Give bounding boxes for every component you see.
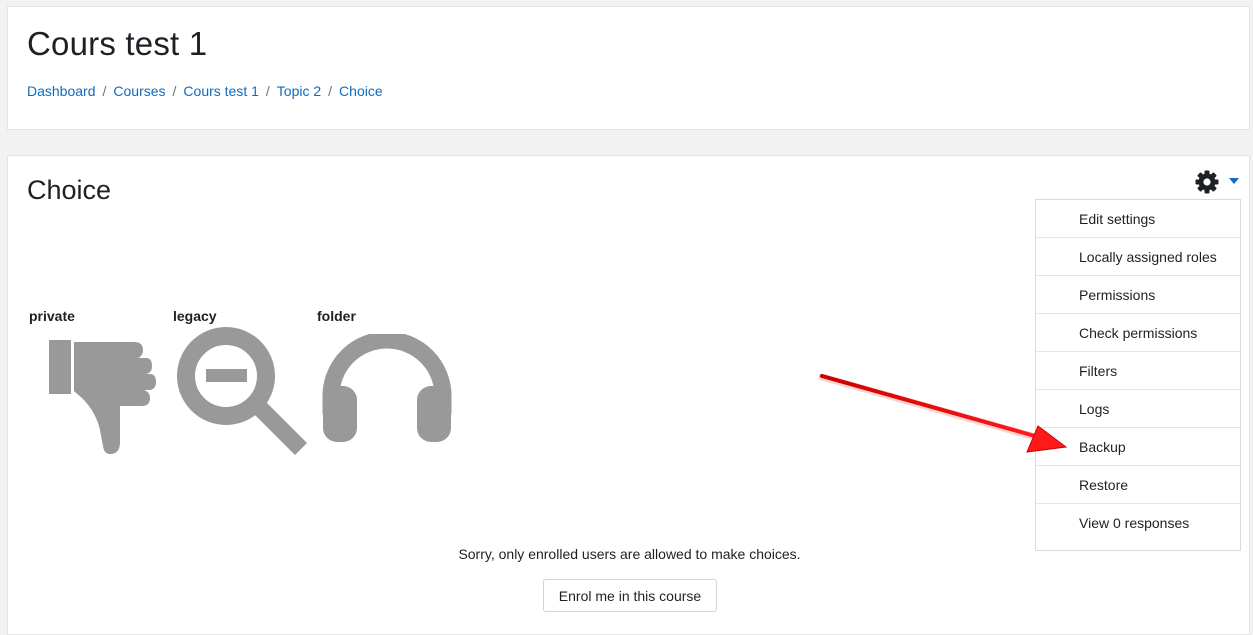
breadcrumb-topic[interactable]: Topic 2 (277, 83, 321, 99)
breadcrumb-separator: / (102, 83, 107, 99)
zoom-out-icon (177, 327, 307, 455)
menu-item-logs[interactable]: Logs (1036, 390, 1240, 428)
menu-item-restore[interactable]: Restore (1036, 466, 1240, 504)
enrol-button[interactable]: Enrol me in this course (543, 579, 717, 612)
menu-item-check-permissions[interactable]: Check permissions (1036, 314, 1240, 352)
settings-dropdown-menu: Edit settings Locally assigned roles Per… (1035, 199, 1241, 551)
breadcrumb-dashboard[interactable]: Dashboard (27, 83, 96, 99)
breadcrumb-courses[interactable]: Courses (113, 83, 165, 99)
breadcrumb-choice[interactable]: Choice (339, 83, 383, 99)
menu-item-view-responses[interactable]: View 0 responses (1036, 504, 1240, 542)
menu-item-locally-assigned-roles[interactable]: Locally assigned roles (1036, 238, 1240, 276)
headphones-icon (322, 334, 452, 442)
breadcrumb-separator: / (265, 83, 270, 99)
breadcrumb-course[interactable]: Cours test 1 (183, 83, 258, 99)
course-title: Cours test 1 (27, 25, 208, 62)
page-header: Cours test 1 Dashboard / Courses / Cours… (7, 6, 1250, 130)
settings-menu-toggle[interactable] (1195, 170, 1240, 194)
menu-item-permissions[interactable]: Permissions (1036, 276, 1240, 314)
option-label-private: private (29, 308, 75, 324)
breadcrumb-separator: / (328, 83, 333, 99)
breadcrumb-separator: / (172, 83, 177, 99)
option-label-legacy: legacy (173, 308, 217, 324)
gear-icon (1195, 170, 1219, 194)
activity-title: Choice (27, 175, 112, 205)
menu-item-backup[interactable]: Backup (1036, 428, 1240, 466)
breadcrumb: Dashboard / Courses / Cours test 1 / Top… (27, 83, 383, 99)
menu-item-edit-settings[interactable]: Edit settings (1036, 200, 1240, 238)
caret-down-icon (1229, 178, 1239, 184)
thumbs-down-icon (49, 340, 156, 454)
option-label-folder: folder (317, 308, 356, 324)
menu-item-filters[interactable]: Filters (1036, 352, 1240, 390)
activity-content: Choice private legacy folder Sorry, only… (7, 155, 1250, 635)
